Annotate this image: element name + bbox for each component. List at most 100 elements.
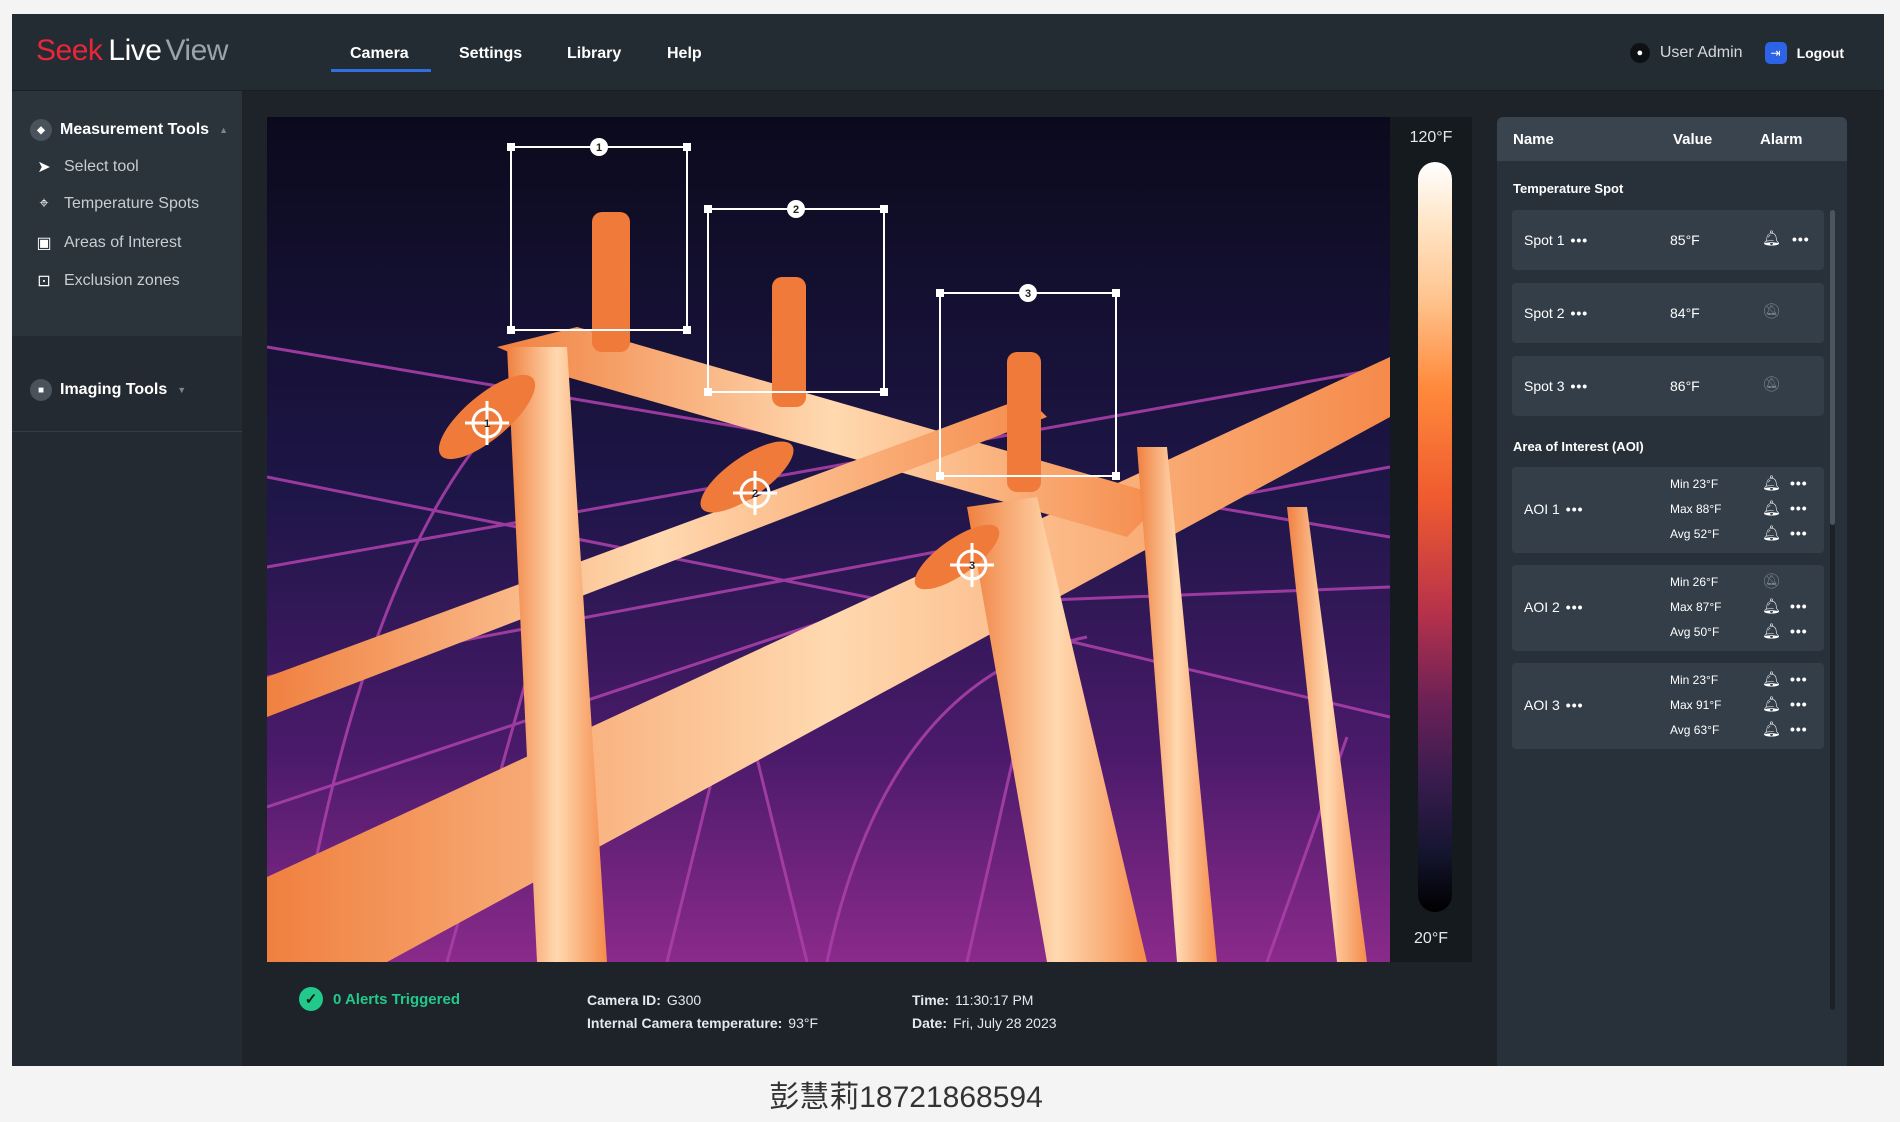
spot-row[interactable]: Spot 1 ••• 85°F 🔔︎ ••• xyxy=(1512,210,1824,270)
tool-exclusion-zones-label: Exclusion zones xyxy=(64,272,180,289)
aoi-1-avg: Avg 52°F xyxy=(1670,527,1720,541)
roi-3-label[interactable]: 3 xyxy=(1025,288,1031,300)
panel-scroll-thumb[interactable] xyxy=(1830,210,1835,525)
tool-select-label: Select tool xyxy=(64,158,139,175)
temperature-scale: 120°F 20°F xyxy=(1390,117,1472,962)
date-value: Fri, July 28 2023 xyxy=(953,1015,1057,1031)
spot-1-more-button[interactable]: ••• xyxy=(1570,232,1588,248)
alerts-status: 0 Alerts Triggered xyxy=(333,991,460,1008)
spot-2-more-button[interactable]: ••• xyxy=(1570,305,1588,321)
aoi-3-more-button[interactable]: ••• xyxy=(1566,697,1584,713)
header-value: Value xyxy=(1673,131,1713,148)
bell-icon[interactable]: 🔔︎ xyxy=(1762,597,1781,615)
user-icon: ● xyxy=(1629,43,1650,63)
aoi-row[interactable]: AOI 3 ••• Min 23°F Max 91°F Avg 63°F 🔔︎ 🔔… xyxy=(1512,663,1824,749)
measurement-icon: ◆ xyxy=(30,119,52,141)
tool-temperature-spots-label: Temperature Spots xyxy=(64,195,200,212)
tab-library[interactable]: Library xyxy=(567,45,621,63)
aoi-3-max-more[interactable]: ••• xyxy=(1790,696,1808,712)
spot-2-marker[interactable]: 2 xyxy=(752,488,758,500)
camera-id: Camera ID: G300 xyxy=(587,992,701,1008)
spot-2-value: 84°F xyxy=(1670,305,1700,321)
logout-icon[interactable]: ⇥ xyxy=(1764,42,1787,64)
bell-off-icon[interactable]: 🔕︎ xyxy=(1762,572,1781,590)
measurement-tools-section: ◆ Measurement Tools ▲ ➤ Select tool ⌖ Te… xyxy=(12,91,242,336)
tool-select[interactable]: ➤ Select tool xyxy=(34,157,139,177)
logo-live: Live xyxy=(108,34,162,67)
spot-1-marker[interactable]: 1 xyxy=(484,418,490,430)
aoi-1-max-more[interactable]: ••• xyxy=(1790,500,1808,516)
spot-row[interactable]: Spot 2 ••• 84°F 🔕︎ xyxy=(1512,283,1824,343)
aoi-1-min: Min 23°F xyxy=(1670,477,1719,491)
internal-temp: Internal Camera temperature: 93°F xyxy=(587,1015,818,1031)
scale-max-label: 120°F xyxy=(1409,129,1453,146)
aoi-1-avg-more[interactable]: ••• xyxy=(1790,525,1808,541)
panel-header: Name Value Alarm xyxy=(1497,117,1847,161)
top-bar: Seek Live View Camera Settings Library Hel… xyxy=(12,14,1884,91)
aoi-2-max-more[interactable]: ••• xyxy=(1790,598,1808,614)
spot-row[interactable]: Spot 3 ••• 86°F 🔕︎ xyxy=(1512,356,1824,416)
aoi-2-more-button[interactable]: ••• xyxy=(1566,599,1584,615)
date-label: Date: xyxy=(912,1015,948,1031)
aoi-2-max: Max 87°F xyxy=(1670,600,1722,614)
bell-icon[interactable]: 🔔︎ xyxy=(1762,229,1781,247)
tool-temperature-spots[interactable]: ⌖ Temperature Spots xyxy=(34,195,199,213)
bell-icon[interactable]: 🔔︎ xyxy=(1762,720,1781,738)
imaging-tools-header[interactable]: ■ Imaging Tools ▼ xyxy=(30,379,186,401)
aoi-3-max: Max 91°F xyxy=(1670,698,1722,712)
tool-exclusion-zones[interactable]: ⊡ Exclusion zones xyxy=(34,271,180,291)
aoi-2-avg-more[interactable]: ••• xyxy=(1790,623,1808,639)
camera-id-value: G300 xyxy=(666,992,702,1008)
tab-settings[interactable]: Settings xyxy=(459,45,522,63)
panel-scrollbar[interactable] xyxy=(1830,210,1835,1010)
bell-icon[interactable]: 🔔︎ xyxy=(1762,670,1781,688)
time: Time: 11:30:17 PM xyxy=(912,992,1033,1008)
roi-2-label[interactable]: 2 xyxy=(793,204,799,216)
aoi-row[interactable]: AOI 2 ••• Min 26°F Max 87°F Avg 50°F 🔕︎ 🔔… xyxy=(1512,565,1824,651)
spot-3-marker[interactable]: 3 xyxy=(969,560,975,572)
aoi-3-min-more[interactable]: ••• xyxy=(1790,671,1808,687)
exclusion-icon: ⊡ xyxy=(37,273,51,290)
thermal-image: 1 2 3 1 2 3 xyxy=(267,117,1390,962)
aoi-1-min-more[interactable]: ••• xyxy=(1790,475,1808,491)
bell-icon[interactable]: 🔔︎ xyxy=(1762,622,1781,640)
temperature-spot-group: Temperature Spot xyxy=(1513,181,1624,196)
crosshair-icon: ⌖ xyxy=(39,195,49,212)
bell-icon[interactable]: 🔔︎ xyxy=(1762,499,1781,517)
imaging-icon: ■ xyxy=(30,379,52,401)
spot-3-more-button[interactable]: ••• xyxy=(1570,378,1588,394)
spot-3-name: Spot 3 xyxy=(1524,378,1565,394)
logout-button[interactable]: Logout xyxy=(1797,45,1844,61)
internal-temp-value: 93°F xyxy=(788,1015,819,1031)
internal-temp-label: Internal Camera temperature: xyxy=(587,1015,783,1031)
header-name: Name xyxy=(1513,131,1554,148)
bell-icon[interactable]: 🔔︎ xyxy=(1762,695,1781,713)
aoi-3-avg-more[interactable]: ••• xyxy=(1790,721,1808,737)
roi-1-label[interactable]: 1 xyxy=(596,142,602,154)
user-label[interactable]: User Admin xyxy=(1660,44,1743,62)
tab-camera[interactable]: Camera xyxy=(350,45,409,63)
spot-1-name: Spot 1 xyxy=(1524,232,1565,248)
camera-id-label: Camera ID: xyxy=(587,992,661,1008)
bell-off-icon[interactable]: 🔕︎ xyxy=(1762,375,1781,393)
spot-1-alarm-more[interactable]: ••• xyxy=(1792,231,1810,247)
aoi-row[interactable]: AOI 1 ••• Min 23°F Max 88°F Avg 52°F 🔔︎ 🔔… xyxy=(1512,467,1824,553)
aoi-1-more-button[interactable]: ••• xyxy=(1566,501,1584,517)
app-window: Seek Live View Camera Settings Library Hel… xyxy=(12,14,1884,1066)
tool-areas-of-interest-label: Areas of Interest xyxy=(64,234,182,251)
app-logo: Seek Live View xyxy=(36,34,228,68)
left-sidebar: ◆ Measurement Tools ▲ ➤ Select tool ⌖ Te… xyxy=(12,91,242,1066)
aoi-group: Area of Interest (AOI) xyxy=(1513,439,1644,454)
tab-help[interactable]: Help xyxy=(667,45,702,63)
imaging-tools-title: Imaging Tools xyxy=(60,381,168,398)
bell-icon[interactable]: 🔔︎ xyxy=(1762,474,1781,492)
bell-off-icon[interactable]: 🔕︎ xyxy=(1762,302,1781,320)
tool-areas-of-interest[interactable]: ▣ Areas of Interest xyxy=(34,233,181,253)
bell-icon[interactable]: 🔔︎ xyxy=(1762,524,1781,542)
spot-3-value: 86°F xyxy=(1670,378,1700,394)
thermal-camera-view[interactable]: 1 2 3 1 2 3 xyxy=(267,117,1390,962)
aoi-3-avg: Avg 63°F xyxy=(1670,723,1720,737)
active-tab-indicator xyxy=(331,69,431,72)
measurement-tools-header[interactable]: ◆ Measurement Tools ▲ xyxy=(30,119,228,141)
logo-view: View xyxy=(165,34,228,67)
